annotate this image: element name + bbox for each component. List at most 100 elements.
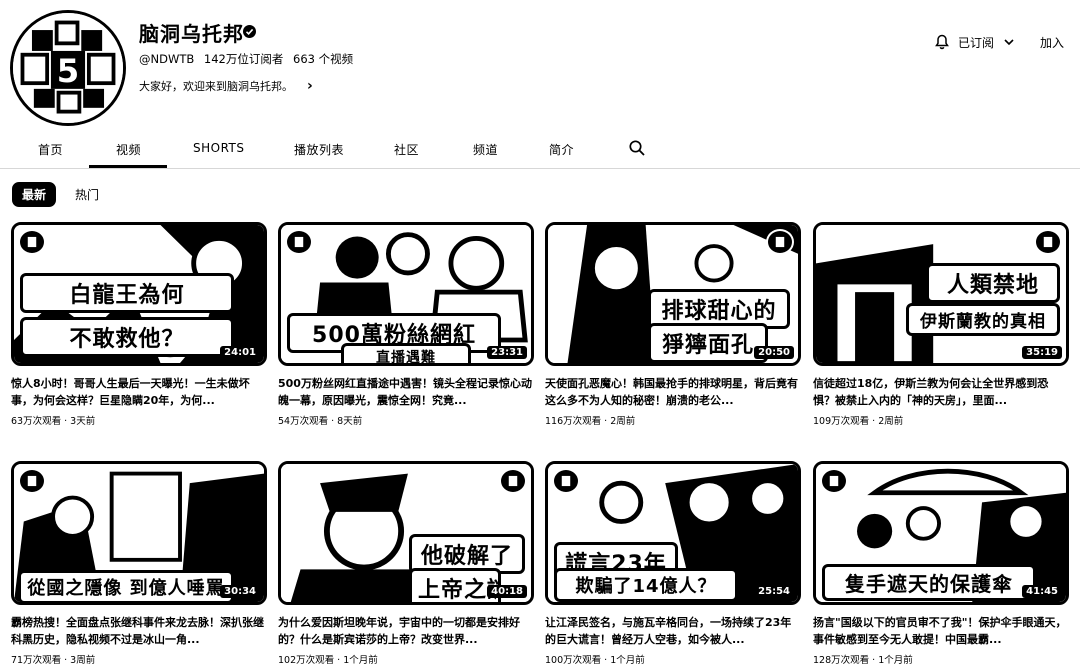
video-card[interactable]: 500萬粉絲網紅 直播遇難 23:31 500万粉丝网红直播途中遇害！镜头全程记…: [278, 222, 534, 427]
thumbnail-caption-bottom: 直播遇難: [341, 343, 471, 363]
upload-age: 2周前: [878, 416, 904, 427]
video-meta: 128万次观看 · 1个月前: [813, 655, 913, 666]
upload-age: 2周前: [610, 416, 636, 427]
upload-age: 1个月前: [343, 655, 378, 666]
channel-description[interactable]: 大家好，欢迎来到脑洞乌托邦。 ›: [139, 78, 313, 94]
video-title[interactable]: 为什么爱因斯坦晚年说，宇宙中的一切都是安排好的？什么是斯宾诺莎的上帝？改变世界.…: [278, 614, 534, 648]
upload-age: 8天前: [337, 416, 363, 427]
chevron-right-icon: ›: [307, 78, 313, 94]
view-count: 128万次观看: [813, 655, 870, 666]
join-button[interactable]: 加入: [1040, 34, 1064, 51]
thumbnail-caption-bottom: 不敢救他？: [20, 317, 234, 357]
channel-tabs: 首页 视频 SHORTS 播放列表 社区 频道 简介: [0, 128, 1080, 168]
tab-channels[interactable]: 频道: [473, 141, 498, 158]
video-thumbnail[interactable]: 從國之隱像 到億人唾罵 30:34: [11, 461, 267, 605]
thumbnail-caption-bottom: 隻手遮天的保護傘: [822, 564, 1036, 601]
upload-age: 1个月前: [878, 655, 913, 666]
tab-home[interactable]: 首页: [38, 141, 63, 158]
channel-handle: @NDWTB: [139, 52, 195, 66]
thumbnail-caption-top: 人類禁地: [926, 263, 1060, 303]
video-card[interactable]: 從國之隱像 到億人唾罵 30:34 霸榜热搜！全面盘点张继科事件来龙去脉！深扒张…: [11, 461, 267, 666]
filter-latest-chip[interactable]: 最新: [12, 182, 56, 207]
channel-logo-icon: [820, 468, 848, 494]
video-card[interactable]: 人類禁地 伊斯蘭教的真相 35:19 信徒超过18亿，伊斯兰教为何会让全世界感到…: [813, 222, 1069, 427]
verified-check-icon: [243, 25, 256, 38]
view-count: 63万次观看: [11, 416, 62, 427]
channel-logo-icon: [766, 229, 794, 255]
video-thumbnail[interactable]: 500萬粉絲網紅 直播遇難 23:31: [278, 222, 534, 366]
video-thumbnail[interactable]: 人類禁地 伊斯蘭教的真相 35:19: [813, 222, 1069, 366]
video-thumbnail[interactable]: 白龍王為何 不敢救他？ 24:01: [11, 222, 267, 366]
video-meta: 63万次观看 · 3天前: [11, 416, 96, 427]
tab-community[interactable]: 社区: [394, 141, 419, 158]
thumbnail-caption-bottom: 欺騙了14億人？: [554, 568, 738, 602]
channel-logo-icon: [285, 229, 313, 255]
channel-logo-icon: [18, 468, 46, 494]
video-meta: 109万次观看 · 2周前: [813, 416, 904, 427]
video-title[interactable]: 500万粉丝网红直播途中遇害！镜头全程记录惊心动魄一幕，原因曝光，震惊全网！究竟…: [278, 375, 534, 409]
channel-logo-icon: [499, 468, 527, 494]
video-title[interactable]: 惊人8小时！哥哥人生最后一天曝光！一生未做坏事，为何会这样？巨星隐瞒20年，为何…: [11, 375, 267, 409]
channel-meta: @NDWTB 142万位订阅者 663 个视频: [139, 51, 359, 67]
video-title[interactable]: 霸榜热搜！全面盘点张继科事件来龙去脉！深扒张继科黑历史，隐私视频不过是冰山一角.…: [11, 614, 267, 648]
subscribed-label: 已订阅: [958, 35, 995, 50]
video-duration: 30:34: [220, 585, 260, 598]
tab-about[interactable]: 简介: [549, 141, 574, 158]
video-duration: 35:19: [1022, 346, 1062, 359]
video-title[interactable]: 信徒超过18亿，伊斯兰教为何会让全世界感到恐惧？被禁止入内的「神的天房」，里面.…: [813, 375, 1069, 409]
chevron-down-icon: [1002, 35, 1016, 49]
video-thumbnail[interactable]: 他破解了 上帝之謎 40:18: [278, 461, 534, 605]
subscriber-count: 142万位订阅者: [203, 52, 284, 66]
video-count: 663 个视频: [293, 52, 354, 66]
thumbnail-caption-top: 白龍王為何: [20, 273, 234, 313]
thumbnail-caption-bottom: 從國之隱像 到億人唾罵: [18, 570, 234, 602]
svg-text:5: 5: [57, 52, 79, 90]
channel-avatar[interactable]: 5: [10, 10, 126, 126]
video-card[interactable]: 他破解了 上帝之謎 40:18 为什么爱因斯坦晚年说，宇宙中的一切都是安排好的？…: [278, 461, 534, 666]
filter-popular-chip[interactable]: 热门: [72, 182, 102, 207]
channel-description-text: 大家好，欢迎来到脑洞乌托邦。: [139, 80, 293, 93]
video-thumbnail[interactable]: 隻手遮天的保護傘 41:45: [813, 461, 1069, 605]
video-meta: 100万次观看 · 1个月前: [545, 655, 645, 666]
view-count: 109万次观看: [813, 416, 870, 427]
view-count: 100万次观看: [545, 655, 602, 666]
view-count: 71万次观看: [11, 655, 62, 666]
video-duration: 23:31: [487, 346, 527, 359]
upload-age: 3天前: [70, 416, 96, 427]
video-meta: 116万次观看 · 2周前: [545, 416, 636, 427]
video-card[interactable]: 白龍王為何 不敢救他？ 24:01 惊人8小时！哥哥人生最后一天曝光！一生未做坏…: [11, 222, 267, 427]
video-title[interactable]: 扬言"国级以下的官员审不了我"！保护伞手眼通天，事件敏感到至今无人敢提！中国最霸…: [813, 614, 1069, 648]
view-count: 102万次观看: [278, 655, 335, 666]
thumbnail-caption-bottom: 猙獰面孔: [648, 323, 768, 363]
video-title[interactable]: 让江泽民签名，与施瓦辛格同台，一场持续了23年的巨大谎言！曾经万人空巷，如今被人…: [545, 614, 801, 648]
view-count: 54万次观看: [278, 416, 329, 427]
video-duration: 20:50: [754, 346, 794, 359]
video-card[interactable]: 排球甜心的 猙獰面孔 20:50 天使面孔恶魔心！韩国最抢手的排球明星，背后竟有…: [545, 222, 801, 427]
upload-age: 1个月前: [610, 655, 645, 666]
channel-logo-icon: [18, 229, 46, 255]
video-duration: 25:54: [754, 585, 794, 598]
thumbnail-caption-bottom: 伊斯蘭教的真相: [906, 303, 1060, 336]
channel-name: 脑洞乌托邦: [139, 22, 244, 46]
bell-icon: [934, 34, 950, 50]
video-card[interactable]: 謊言23年 欺騙了14億人？ 25:54 让江泽民签名，与施瓦辛格同台，一场持续…: [545, 461, 801, 666]
channel-logo-icon: [1034, 229, 1062, 255]
search-icon[interactable]: [628, 139, 646, 161]
video-duration: 40:18: [487, 585, 527, 598]
channel-logo-icon: [552, 468, 580, 494]
tab-playlists[interactable]: 播放列表: [294, 141, 344, 158]
video-meta: 54万次观看 · 8天前: [278, 416, 363, 427]
video-meta: 102万次观看 · 1个月前: [278, 655, 378, 666]
video-thumbnail[interactable]: 排球甜心的 猙獰面孔 20:50: [545, 222, 801, 366]
video-thumbnail[interactable]: 謊言23年 欺騙了14億人？ 25:54: [545, 461, 801, 605]
video-duration: 24:01: [220, 346, 260, 359]
video-title[interactable]: 天使面孔恶魔心！韩国最抢手的排球明星，背后竟有这么多不为人知的秘密！崩溃的老公.…: [545, 375, 801, 409]
subscribed-button[interactable]: 已订阅: [928, 28, 1022, 56]
view-count: 116万次观看: [545, 416, 602, 427]
video-meta: 71万次观看 · 3周前: [11, 655, 96, 666]
tab-videos[interactable]: 视频: [116, 141, 141, 158]
tab-shorts[interactable]: SHORTS: [193, 141, 245, 155]
upload-age: 3周前: [70, 655, 96, 666]
tabs-divider: [0, 168, 1080, 169]
video-card[interactable]: 隻手遮天的保護傘 41:45 扬言"国级以下的官员审不了我"！保护伞手眼通天，事…: [813, 461, 1069, 666]
